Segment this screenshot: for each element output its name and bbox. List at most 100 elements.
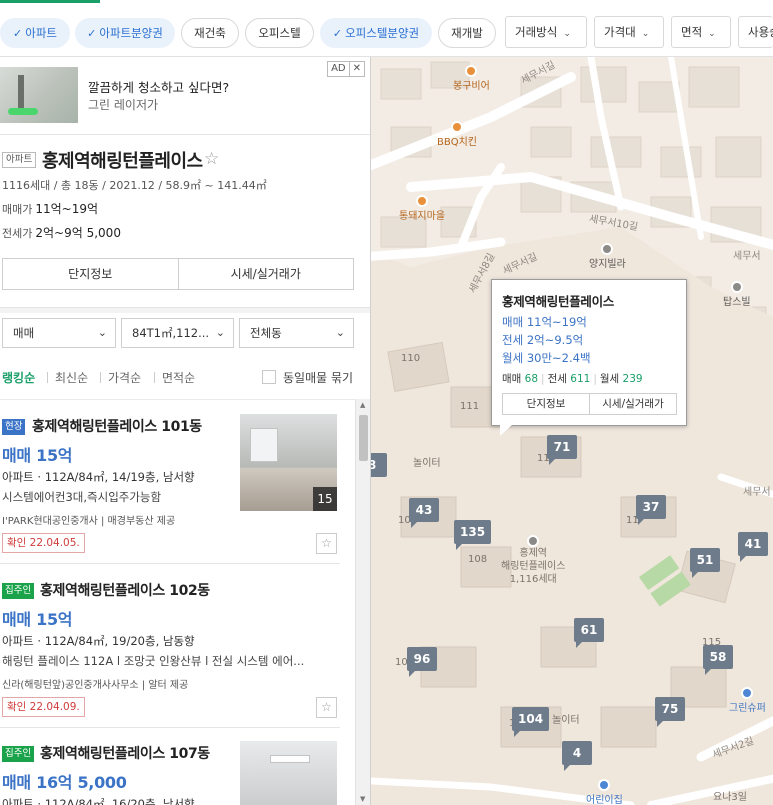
listing-cluster[interactable]: 8	[371, 453, 387, 477]
market-price-button[interactable]: 시세/실거래가	[177, 259, 354, 289]
listing-agency: I'PARK현대공인중개사 | 매경부동산 제공	[2, 516, 176, 527]
list-scrollbar[interactable]: ▲ ▼	[355, 399, 370, 805]
listing-agency: 신라(해링턴앞)공인중개사사무소 | 알터 제공	[2, 680, 189, 691]
filter-chip-officetel[interactable]: 오피스텔	[245, 18, 314, 48]
scrollbar-thumb[interactable]	[359, 415, 368, 461]
chevron-down-icon: ⌄	[215, 326, 225, 339]
complex-map-marker[interactable]: 홍제역 해링턴플레이스 1,116세대	[501, 535, 565, 586]
listing-cluster[interactable]: 51	[690, 548, 720, 578]
listing-cluster[interactable]: 41	[738, 532, 768, 562]
listing-cluster[interactable]: 135	[454, 520, 492, 550]
listing-cluster[interactable]: 61	[574, 618, 604, 648]
chevron-down-icon: ⌄	[335, 326, 345, 339]
price-range-dropdown[interactable]: 가격대 ⌄	[594, 16, 664, 48]
complex-tabs: 단지정보 시세/실거래가	[2, 258, 354, 290]
sort-ranking[interactable]: 랭킹순	[2, 369, 35, 386]
restaurant-poi[interactable]: BBQ치킨	[437, 121, 477, 148]
building-select[interactable]: 전체동 ⌄	[239, 318, 354, 348]
listing-price: 매매 15억	[2, 610, 73, 629]
listing-cluster[interactable]: 104	[512, 707, 550, 737]
listing-title[interactable]: 홍제역해링턴플레이스 102동	[40, 580, 210, 600]
ad-badge: AD ✕	[327, 61, 365, 77]
restaurant-icon	[465, 65, 478, 77]
trade-type-select[interactable]: 매매 ⌄	[2, 318, 116, 348]
property-type-tag: 아파트	[2, 152, 37, 168]
sort-area[interactable]: 면적순	[162, 369, 195, 386]
listing-cluster[interactable]: 96	[407, 647, 437, 677]
check-icon: ✓	[87, 27, 97, 40]
sort-bar: 랭킹순 최신순 가격순 면적순 동일매물 묶기	[0, 359, 370, 395]
listing-description: 해링턴 플레이스 112A l 조망굿 인왕산뷰 l 전실 시스템 에어...	[2, 654, 305, 668]
chevron-down-icon: ⌄	[563, 29, 571, 39]
complex-summary: 아파트 홍제역해링턴플레이스 ☆ 1116세대 / 총 18동 / 2021.1…	[0, 135, 370, 309]
chevron-down-icon: ⌄	[97, 326, 107, 339]
area-dropdown[interactable]: 면적 ⌄	[671, 16, 731, 48]
listing-cluster[interactable]: 4	[562, 741, 592, 771]
map-label: 요나3일	[713, 792, 747, 803]
listing-spec: 아파트 · 112A/84㎡, 19/20층, 남동향	[2, 634, 195, 648]
approval-year-dropdown[interactable]: 사용승	[738, 16, 773, 48]
daycare-icon	[598, 779, 611, 791]
star-icon[interactable]: ☆	[204, 149, 219, 169]
popup-counts: 매매 68 | 전세 611 | 월세 239	[502, 373, 643, 385]
close-icon[interactable]: ✕	[348, 62, 364, 76]
filter-chip-reconstruction[interactable]: 재건축	[181, 18, 239, 48]
check-icon: ✓	[332, 27, 343, 40]
restaurant-poi[interactable]: 통돼지마을	[399, 195, 445, 222]
group-same-checkbox[interactable]	[262, 370, 276, 384]
complex-meta: 1116세대 / 총 18동 / 2021.12 / 58.9㎡ ~ 141.4…	[2, 179, 267, 192]
filter-chip-apartment-presale[interactable]: ✓ 아파트분양권	[75, 18, 175, 48]
popup-title[interactable]: 홍제역해링턴플레이스	[502, 291, 614, 310]
active-tab-indicator	[0, 0, 100, 3]
complex-name: 홍제역해링턴플레이스	[42, 151, 203, 172]
building-poi[interactable]: 양지빌라	[589, 243, 626, 270]
popup-complex-info-button[interactable]: 단지정보	[503, 394, 589, 414]
listing-photo[interactable]	[240, 741, 337, 805]
confirm-date: 확인 22.04.09.	[2, 697, 85, 717]
map-view[interactable]: 세무서길 세무서10길 세무서8길 세무서길 세무서 세무서2길 세무서 봉구비…	[371, 57, 773, 805]
filter-chip-officetel-presale[interactable]: ✓ 오피스텔분양권	[320, 18, 432, 48]
listing-cluster[interactable]: 75	[655, 697, 685, 727]
filter-chip-redevelopment[interactable]: 재개발	[438, 18, 496, 48]
listing-title[interactable]: 홍제역해링턴플레이스 101동	[32, 416, 202, 436]
listing-item[interactable]: 집주인 홍제역해링턴플레이스 107동 매매 16억 5,000 아파트 · 1…	[0, 741, 355, 805]
photo-count: 15	[313, 487, 337, 511]
section-divider	[0, 307, 370, 313]
sale-price-range: 매매가 11억~19억	[2, 202, 99, 216]
area-type-select[interactable]: 84T1㎡,112... ⌄	[121, 318, 234, 348]
listing-title[interactable]: 홍제역해링턴플레이스 107동	[40, 743, 210, 763]
listing-cluster[interactable]: 37	[636, 495, 666, 525]
filter-chip-apartment[interactable]: ✓ 아파트	[0, 18, 70, 48]
apartment-icon	[501, 535, 565, 547]
owner-badge: 집주인	[2, 746, 35, 762]
ad-banner[interactable]: 깔끔하게 청소하고 싶다면? 그린 레이저가 AD ✕	[0, 57, 370, 135]
ad-title: 깔끔하게 청소하고 싶다면?	[88, 80, 230, 95]
restaurant-poi[interactable]: 봉구비어	[453, 65, 490, 92]
listing-item[interactable]: 집주인 홍제역해링턴플레이스 102동 매매 15억 아파트 · 112A/84…	[0, 583, 355, 723]
ad-image	[0, 67, 78, 123]
listing-item[interactable]: 현장 홍제역해링턴플레이스 101동 매매 15억 아파트 · 112A/84㎡…	[0, 414, 355, 559]
sort-price[interactable]: 가격순	[108, 369, 141, 386]
complex-popup: 홍제역해링턴플레이스 매매 11억~19억 전세 2억~9.5억 월세 30만~…	[491, 279, 687, 436]
owner-badge: 집주인	[2, 583, 35, 599]
building-number: 110	[401, 353, 421, 364]
listing-cluster[interactable]: 43	[409, 498, 439, 528]
star-icon[interactable]: ☆	[316, 697, 337, 718]
filter-bar: ✓ 아파트 ✓ 아파트분양권 재건축 오피스텔 ✓ 오피스텔분양권 재개발 거래방식 ⌄…	[0, 0, 773, 57]
star-icon[interactable]: ☆	[316, 533, 337, 554]
confirm-date: 확인 22.04.05.	[2, 533, 85, 553]
building-icon	[601, 243, 614, 255]
store-poi[interactable]: 그린슈퍼	[729, 687, 766, 714]
listing-cluster[interactable]: 58	[703, 645, 733, 675]
building-poi[interactable]: 탑스빌	[723, 281, 751, 308]
trade-type-dropdown[interactable]: 거래방식 ⌄	[505, 16, 587, 48]
listing-cluster[interactable]: 71	[547, 435, 577, 465]
popup-market-price-button[interactable]: 시세/실거래가	[589, 394, 676, 414]
restaurant-icon	[416, 195, 428, 207]
road-label: 세무서	[733, 251, 761, 262]
sort-latest[interactable]: 최신순	[55, 369, 88, 386]
complex-info-button[interactable]: 단지정보	[3, 259, 178, 289]
daycare-poi[interactable]: 어린이집	[586, 779, 623, 805]
check-icon: ✓	[13, 27, 23, 40]
listing-photo[interactable]: 15	[240, 414, 337, 511]
